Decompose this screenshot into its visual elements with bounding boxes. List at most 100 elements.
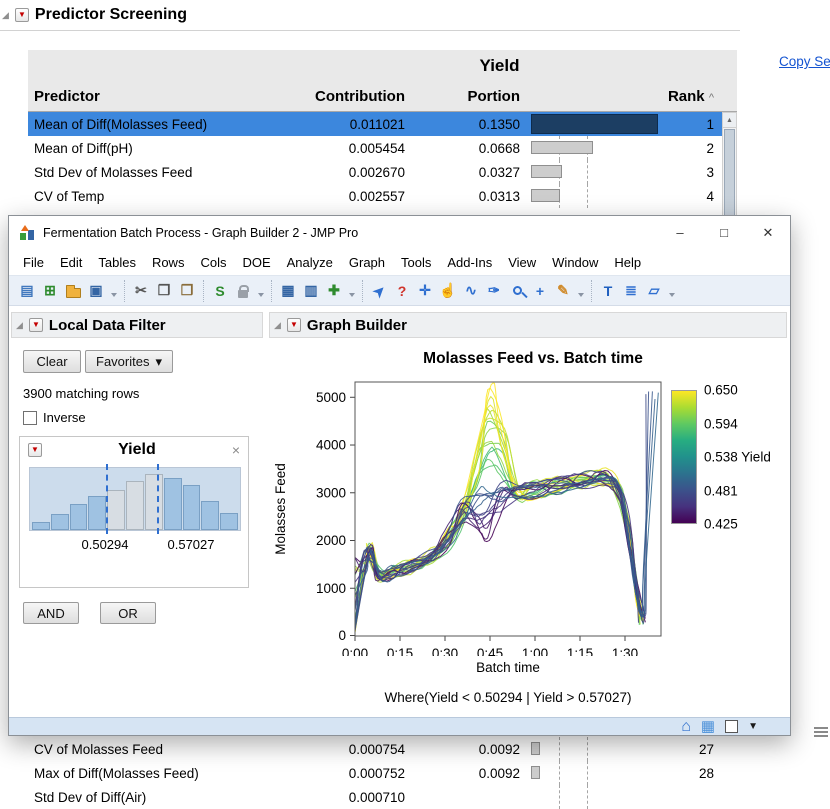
menu-window[interactable]: Window [544,252,606,273]
pen-tool-icon[interactable]: ✎ [553,281,573,301]
col-header-rank[interactable]: Rank ^ [660,88,722,105]
disclosure-triangle-icon[interactable]: ◢ [16,321,23,330]
home-icon[interactable]: ⌂ [681,719,691,735]
red-triangle-menu[interactable]: ▼ [287,318,301,332]
disclosure-triangle-icon[interactable]: ◢ [2,11,9,20]
range-handle-high[interactable] [157,464,159,534]
text-tool-icon[interactable]: T [598,281,618,301]
legend-tick-value: 0.481 [704,484,738,499]
toolbar-overflow-icon[interactable] [669,293,675,297]
move-tool-icon[interactable]: ✛ [415,281,435,301]
menu-file[interactable]: File [15,252,52,273]
col-header-predictor[interactable]: Predictor [28,88,262,105]
favorites-button[interactable]: Favorites ▾ [85,350,173,373]
table-column-header-row: Predictor Contribution Portion Rank ^ [28,82,737,112]
new-data-table-icon[interactable]: ⊞ [40,281,60,301]
close-button[interactable]: ✕ [746,216,790,249]
yield-histogram[interactable] [29,467,241,531]
menu-graph[interactable]: Graph [341,252,393,273]
col-header-portion[interactable]: Portion [415,88,530,105]
menu-doe[interactable]: DOE [234,252,278,273]
menu-analyze[interactable]: Analyze [279,252,341,273]
table-body: Mean of Diff(Molasses Feed)0.0110210.135… [28,112,737,208]
open-icon[interactable] [63,281,83,301]
line-tool-icon[interactable]: ≣ [621,281,641,301]
range-high-value[interactable]: 0.57027 [146,537,236,552]
histogram-bar[interactable] [51,514,69,530]
histogram-bar[interactable] [183,485,201,530]
menu-cols[interactable]: Cols [192,252,234,273]
histogram-bar[interactable] [70,504,88,530]
table-row[interactable]: CV of Temp0.0025570.03134 [28,184,737,208]
histogram-bar[interactable] [126,481,144,530]
histogram-bar[interactable] [32,522,50,530]
range-handle-low[interactable] [106,464,108,534]
help-tool-icon[interactable]: ? [392,281,412,301]
save-icon[interactable]: ▣ [86,281,106,301]
toolbar-overflow-icon[interactable] [349,293,355,297]
scrollbar-up-arrow-icon[interactable]: ▲ [723,113,736,128]
copy-icon[interactable]: ❐ [154,281,174,301]
table-row[interactable]: Std Dev of Molasses Feed0.0026700.03273 [28,160,737,184]
table-cell: 0.002670 [262,165,415,180]
portion-bar [531,141,593,154]
close-icon[interactable]: × [232,442,240,458]
cut-icon[interactable]: ✂ [131,281,151,301]
red-triangle-menu[interactable]: ▼ [15,8,29,22]
dropdown-caret-icon[interactable]: ▼ [748,722,758,732]
brush-tool-icon[interactable]: ✑ [484,281,504,301]
grabber-tool-icon[interactable]: ☝ [438,281,458,301]
minimize-button[interactable]: – [658,216,702,249]
histogram-bar[interactable] [220,513,238,530]
red-triangle-menu[interactable]: ▼ [28,443,42,457]
data-table-indicator-icon[interactable]: ▦ [701,719,715,734]
script-icon[interactable]: S [210,281,230,301]
menu-help[interactable]: Help [606,252,649,273]
histogram-bar[interactable] [107,490,125,530]
menu-addins[interactable]: Add-Ins [439,252,500,273]
or-button[interactable]: OR [100,602,156,624]
paste-icon[interactable]: ❒ [177,281,197,301]
histogram-bar[interactable] [201,501,219,530]
menu-view[interactable]: View [500,252,544,273]
toolbar-overflow-icon[interactable] [111,293,117,297]
and-button[interactable]: AND [23,602,79,624]
window-checkbox[interactable] [725,720,738,733]
histogram-bar[interactable] [88,496,106,530]
menu-tools[interactable]: Tools [393,252,439,273]
menu-edit[interactable]: Edit [52,252,90,273]
table-row[interactable]: CV of Molasses Feed0.0007540.009227 [28,737,737,761]
add-rows-icon[interactable]: ✚ [324,281,344,301]
col-header-contribution[interactable]: Contribution [262,88,415,105]
inverse-checkbox[interactable] [23,411,37,425]
column-info-icon[interactable]: ▥ [301,281,321,301]
red-triangle-menu[interactable]: ▼ [29,318,43,332]
resize-grip[interactable] [814,727,828,739]
lock-icon[interactable] [233,281,253,301]
new-journal-icon[interactable]: ▤ [17,281,37,301]
maximize-button[interactable]: □ [702,216,746,249]
clear-button[interactable]: Clear [23,350,81,373]
histogram-bar[interactable] [145,474,163,530]
plus-tool-icon[interactable]: + [530,281,550,301]
toolbar-overflow-icon[interactable] [258,293,264,297]
filter-outline-header: ◢ ▼ Local Data Filter [11,312,263,338]
window-titlebar[interactable]: Fermentation Batch Process - Graph Build… [9,216,790,249]
histogram-bar[interactable] [164,478,182,530]
table-row[interactable]: Mean of Diff(Molasses Feed)0.0110210.135… [28,112,737,136]
shape-tool-icon[interactable]: ▱ [644,281,664,301]
table-row[interactable]: Max of Diff(Molasses Feed)0.0007520.0092… [28,761,737,785]
table-cell: 3 [660,165,722,180]
range-low-value[interactable]: 0.50294 [60,537,150,552]
portion-bar [531,165,562,178]
arrow-tool-icon[interactable]: ➤ [365,276,393,304]
disclosure-triangle-icon[interactable]: ◢ [274,321,281,330]
menu-tables[interactable]: Tables [90,252,144,273]
copy-selected-link[interactable]: Copy Se [779,54,830,69]
lasso-tool-icon[interactable]: ∿ [461,281,481,301]
data-table-icon[interactable]: ▦ [278,281,298,301]
table-row[interactable]: Mean of Diff(pH)0.0054540.06682 [28,136,737,160]
menu-rows[interactable]: Rows [144,252,193,273]
zoom-tool-icon[interactable] [507,281,527,301]
toolbar-overflow-icon[interactable] [578,293,584,297]
